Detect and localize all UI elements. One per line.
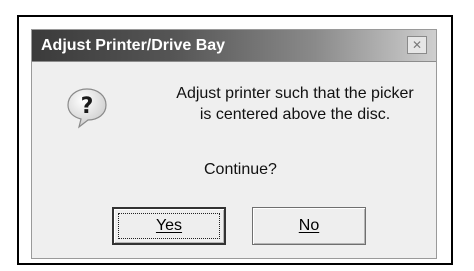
dialog-message: Adjust printer such that the picker is c… xyxy=(150,83,436,125)
message-line-1: Adjust printer such that the picker xyxy=(176,85,414,102)
yes-button[interactable]: Yes xyxy=(112,207,226,245)
continue-prompt: Continue? xyxy=(204,161,277,178)
message-line-2: is centered above the disc. xyxy=(199,106,391,123)
svg-text:?: ? xyxy=(81,94,94,119)
dialog-title: Adjust Printer/Drive Bay xyxy=(41,37,226,54)
title-bar[interactable]: Adjust Printer/Drive Bay ✕ xyxy=(32,30,436,62)
no-button[interactable]: No xyxy=(252,207,366,245)
close-icon: ✕ xyxy=(411,38,423,52)
adjust-printer-dialog: Adjust Printer/Drive Bay ✕ ? Adjust prin… xyxy=(31,29,437,259)
screenshot-frame: Adjust Printer/Drive Bay ✕ ? Adjust prin… xyxy=(17,15,453,265)
close-button[interactable]: ✕ xyxy=(407,36,427,54)
no-button-label: No xyxy=(298,217,320,234)
question-icon: ? xyxy=(67,88,107,129)
focus-ring xyxy=(118,213,220,239)
